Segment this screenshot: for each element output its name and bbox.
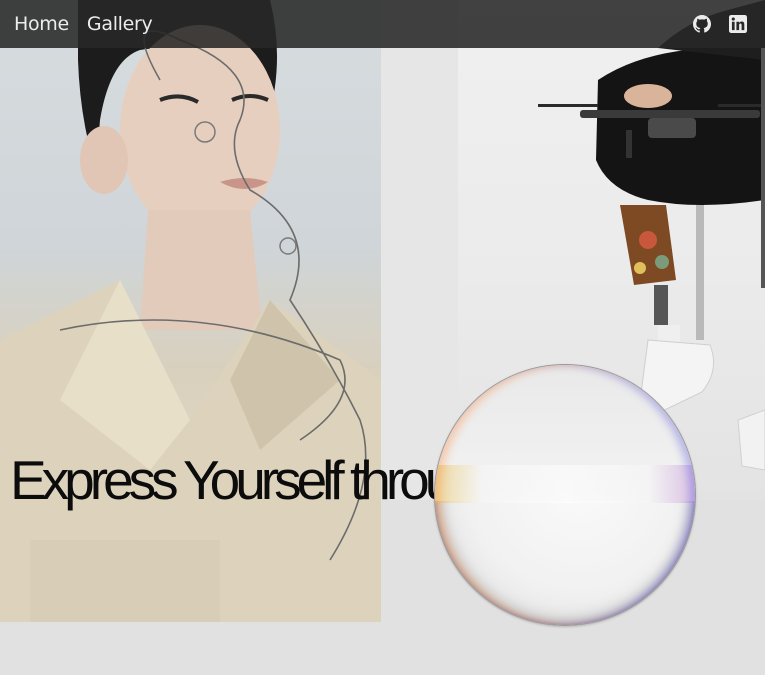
nav-link-gallery[interactable]: Gallery: [87, 13, 153, 35]
linkedin-icon[interactable]: [729, 15, 747, 33]
nav-links: Home Gallery: [14, 13, 153, 35]
nav-link-home[interactable]: Home: [14, 13, 69, 35]
github-icon[interactable]: [693, 15, 711, 33]
social-links: [693, 15, 747, 33]
fashion-photo-left: [0, 0, 381, 622]
portrait-illustration: [0, 0, 381, 622]
top-navbar: Home Gallery: [0, 0, 765, 48]
lens-rim: [435, 365, 695, 625]
scrollbar[interactable]: [761, 48, 765, 288]
magnifier-lens[interactable]: [434, 364, 696, 626]
